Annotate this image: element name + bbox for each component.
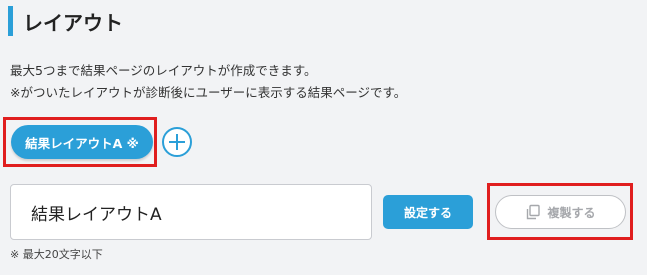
copy-button[interactable]: 複製する xyxy=(495,195,626,229)
tab-layout-a[interactable]: 結果レイアウトA ※ xyxy=(11,125,153,159)
description-line-1: 最大5つまで結果ページのレイアウトが作成できます。 xyxy=(10,63,317,78)
char-limit-note: ※ 最大20文字以下 xyxy=(10,248,103,261)
layout-name-input[interactable] xyxy=(10,184,372,240)
title-accent-bar xyxy=(8,6,13,36)
copy-icon xyxy=(527,204,541,220)
description: 最大5つまで結果ページのレイアウトが作成できます。 ※がついたレイアウトが診断後… xyxy=(10,60,406,104)
settings-button[interactable]: 設定する xyxy=(383,195,473,229)
section-title: レイアウト xyxy=(23,10,123,35)
section-header: レイアウト xyxy=(8,6,123,36)
description-line-2: ※がついたレイアウトが診断後にユーザーに表示する結果ページです。 xyxy=(10,85,407,100)
add-layout-button[interactable] xyxy=(162,127,192,157)
copy-button-label: 複製する xyxy=(547,205,596,220)
